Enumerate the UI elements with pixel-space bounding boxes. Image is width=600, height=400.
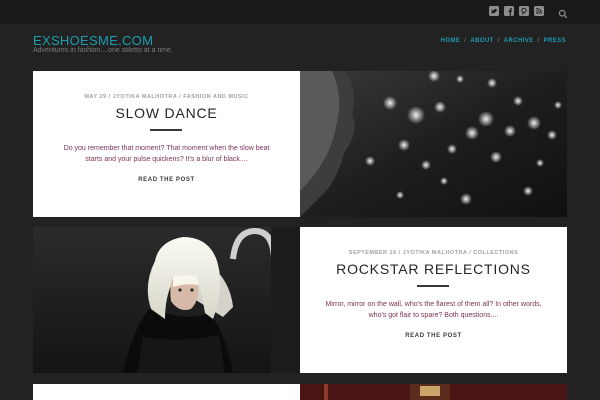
twitter-icon[interactable]: [489, 6, 499, 16]
nav-item-press[interactable]: PRESS: [544, 38, 566, 44]
nav-item-home[interactable]: HOME: [441, 38, 461, 44]
pinterest-icon[interactable]: [519, 6, 529, 16]
post-image-slow-dance[interactable]: [300, 71, 567, 217]
post-meta: SEPTEMBER 16 / JYOTIKA MALHOTRA / COLLEC…: [348, 250, 519, 256]
nav-separator: /: [537, 38, 540, 44]
read-post-link[interactable]: READ THE POST: [33, 177, 300, 183]
read-post-link[interactable]: READ THE POST: [300, 333, 567, 339]
rss-icon[interactable]: [534, 6, 544, 16]
post-excerpt: Mirror, mirror on the wall, who's the fl…: [325, 301, 542, 319]
nav-separator: /: [464, 38, 467, 44]
main-nav: HOME / ABOUT / ARCHIVE / PRESS: [441, 38, 566, 44]
title-divider: [150, 129, 182, 131]
social-links: [489, 6, 544, 16]
facebook-icon[interactable]: [504, 6, 514, 16]
post-card: MAY 29 / JYOTIKA MALHOTRA / FASHION AND …: [33, 71, 300, 217]
nav-separator: /: [497, 38, 500, 44]
post-meta: MAY 29 / JYOTIKA MALHOTRA / FASHION AND …: [84, 94, 249, 100]
post-card-partial: [33, 384, 300, 400]
nav-item-about[interactable]: ABOUT: [470, 38, 493, 44]
post-card: SEPTEMBER 16 / JYOTIKA MALHOTRA / COLLEC…: [300, 227, 567, 373]
post-image-partial[interactable]: [300, 384, 567, 400]
nav-item-archive[interactable]: ARCHIVE: [504, 38, 534, 44]
post-slow-dance: MAY 29 / JYOTIKA MALHOTRA / FASHION AND …: [33, 71, 567, 217]
post-title[interactable]: SLOW DANCE: [33, 105, 300, 121]
site-tagline: Adventures in fashion....one stiletto at…: [33, 47, 173, 54]
site-title[interactable]: EXSHOESME.COM: [33, 33, 153, 48]
post-title[interactable]: ROCKSTAR REFLECTIONS: [300, 261, 567, 277]
post-excerpt: Do you remember that moment? That moment…: [63, 145, 270, 163]
search-icon[interactable]: [558, 6, 568, 19]
post-rockstar-reflections: SEPTEMBER 16 / JYOTIKA MALHOTRA / COLLEC…: [33, 227, 567, 373]
post-image-rockstar-reflections[interactable]: [33, 227, 300, 373]
top-bar: [0, 0, 600, 24]
title-divider: [417, 285, 449, 287]
